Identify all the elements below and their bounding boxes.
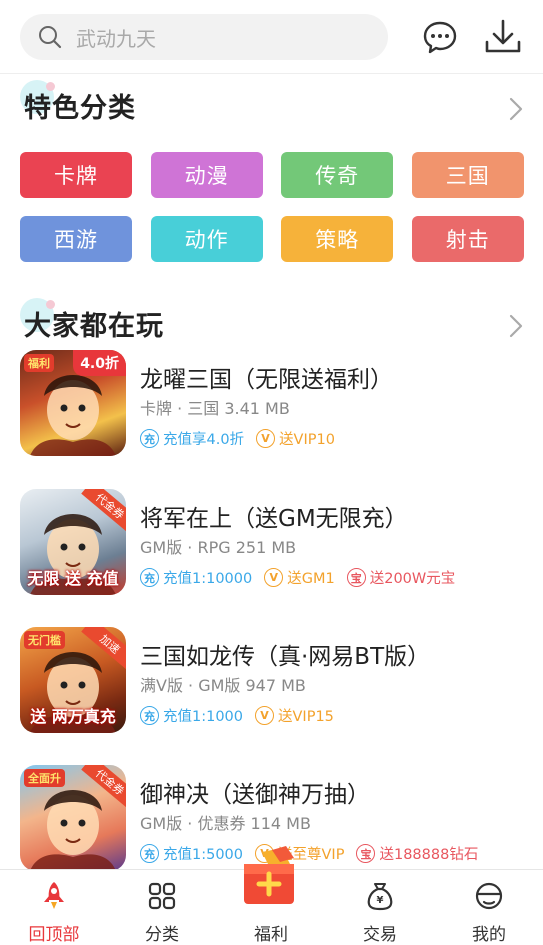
perk-tag: 宝 送200W元宝 [346, 567, 456, 588]
category-button[interactable]: 西游 [20, 216, 132, 262]
game-list-item[interactable]: 加速 无门槛送 两万真充 三国如龙传（真·网易BT版） 满V版 · GM版 947 M… [0, 627, 543, 735]
perk-tag: V 送VIP10 [256, 428, 335, 449]
perk-tag: V 送GM1 [264, 567, 335, 588]
category-button[interactable]: 动漫 [150, 152, 263, 198]
thumb-caption: 送 两万真充 [30, 707, 116, 726]
perk-text: 送VIP15 [278, 709, 334, 725]
perk-icon: 宝 [356, 844, 376, 863]
perk-tag: V 送VIP15 [255, 705, 334, 726]
nav-label: 回顶部 [28, 925, 80, 945]
perk-tag: 充 充值享4.0折 [140, 428, 244, 449]
game-meta: 满V版 · GM版 947 MB [140, 676, 306, 695]
top-bar: 武动九天 [0, 0, 543, 74]
perk-text: 充值1:1000 [163, 709, 244, 725]
section-popular-title: 大家都在玩 [20, 298, 164, 343]
chevron-right-icon[interactable] [509, 314, 523, 338]
rocket-icon [44, 882, 64, 909]
category-button[interactable]: 传奇 [281, 152, 394, 198]
message-icon[interactable] [421, 18, 459, 56]
perk-text: 送GM1 [287, 571, 335, 587]
game-tags: 充 充值1:1000 V 送VIP15 [140, 705, 346, 726]
perk-icon: V [264, 568, 284, 587]
download-icon[interactable] [484, 18, 522, 56]
game-list-item[interactable]: 代金券 无限 送 充值 将军在上（送GM无限充） GM版 · RPG 251 MB 充… [0, 489, 543, 597]
thumb-caption: 无限 送 充值 [27, 569, 119, 588]
perk-text: 充值1:10000 [163, 571, 253, 587]
svg-text:¥: ¥ [377, 895, 384, 906]
game-thumbnail[interactable]: 加速 无门槛送 两万真充 [20, 627, 126, 733]
gift-icon[interactable] [242, 846, 304, 906]
grid-icon [148, 882, 176, 910]
search-placeholder: 武动九天 [76, 26, 156, 51]
search-icon [39, 26, 62, 49]
nav-label: 我的 [472, 925, 506, 945]
perk-icon: 充 [140, 429, 159, 448]
perk-tag: 充 充值1:5000 [140, 843, 243, 864]
perk-text: 送VIP10 [279, 432, 335, 448]
discount-badge: 4.0折 [73, 350, 126, 376]
category-button[interactable]: 动作 [150, 216, 263, 262]
nav-item-category[interactable]: 分类 [108, 870, 216, 945]
nav-item-mine[interactable]: 我的 [435, 870, 543, 945]
nav-item-trade[interactable]: ¥ 交易 [326, 870, 434, 945]
money-bag-icon: ¥ [367, 883, 393, 911]
chevron-right-icon[interactable] [509, 97, 523, 121]
game-meta: 卡牌 · 三国 3.41 MB [140, 399, 290, 418]
perk-icon: V [255, 706, 275, 725]
category-button[interactable]: 策略 [281, 216, 394, 262]
search-input[interactable]: 武动九天 [20, 14, 388, 60]
perk-icon: V [256, 429, 276, 448]
perk-icon: 充 [140, 706, 159, 725]
category-grid: 卡牌 动漫 传奇 三国西游 动作 策略 射击 [20, 152, 524, 262]
perk-icon: 宝 [346, 568, 366, 587]
nav-label: 分类 [145, 925, 179, 945]
game-tags: 充 充值1:5000 V 送至尊VIP 宝 送188888钻石 [140, 843, 490, 864]
game-thumbnail[interactable]: 代金券 全面升 [20, 765, 126, 871]
game-title[interactable]: 三国如龙传（真·网易BT版） [140, 637, 430, 671]
section-featured-title: 特色分类 [20, 80, 136, 125]
thumb-tag: 福利 [24, 354, 54, 372]
game-tags: 充 充值享4.0折 V 送VIP10 [140, 428, 347, 449]
perk-text: 送200W元宝 [369, 571, 456, 587]
nav-label: 福利 [254, 925, 288, 945]
game-title[interactable]: 龙曜三国（无限送福利） [140, 360, 393, 394]
perk-tag: 充 充值1:1000 [140, 705, 243, 726]
game-thumbnail[interactable]: 4.0折 福利 [20, 350, 126, 456]
category-button[interactable]: 射击 [411, 216, 524, 262]
perk-text: 送188888钻石 [379, 847, 479, 863]
perk-tag: 宝 送188888钻石 [356, 843, 478, 864]
user-icon [475, 882, 503, 910]
perk-text: 充值1:5000 [163, 847, 244, 863]
game-thumbnail[interactable]: 代金券 无限 送 充值 [20, 489, 126, 595]
perk-tag: 充 充值1:10000 [140, 567, 252, 588]
game-title[interactable]: 将军在上（送GM无限充） [140, 499, 408, 533]
thumb-tag: 无门槛 [24, 631, 65, 649]
game-title[interactable]: 御神决（送御神万抽） [140, 775, 370, 809]
game-list-item[interactable]: 4.0折 福利 龙曜三国（无限送福利） 卡牌 · 三国 3.41 MB 充 充值享4.… [0, 350, 543, 458]
game-meta: GM版 · RPG 251 MB [140, 538, 297, 557]
nav-item-top[interactable]: 回顶部 [0, 870, 108, 945]
perk-text: 充值享4.0折 [163, 432, 245, 448]
game-meta: GM版 · 优惠券 114 MB [140, 814, 311, 833]
category-button[interactable]: 卡牌 [20, 152, 132, 198]
perk-icon: 充 [140, 568, 159, 587]
perk-icon: 充 [140, 844, 159, 863]
thumb-tag: 全面升 [24, 769, 65, 787]
nav-label: 交易 [363, 925, 397, 945]
game-tags: 充 充值1:10000 V 送GM1 宝 送200W元宝 [140, 567, 467, 588]
category-button[interactable]: 三国 [411, 152, 524, 198]
